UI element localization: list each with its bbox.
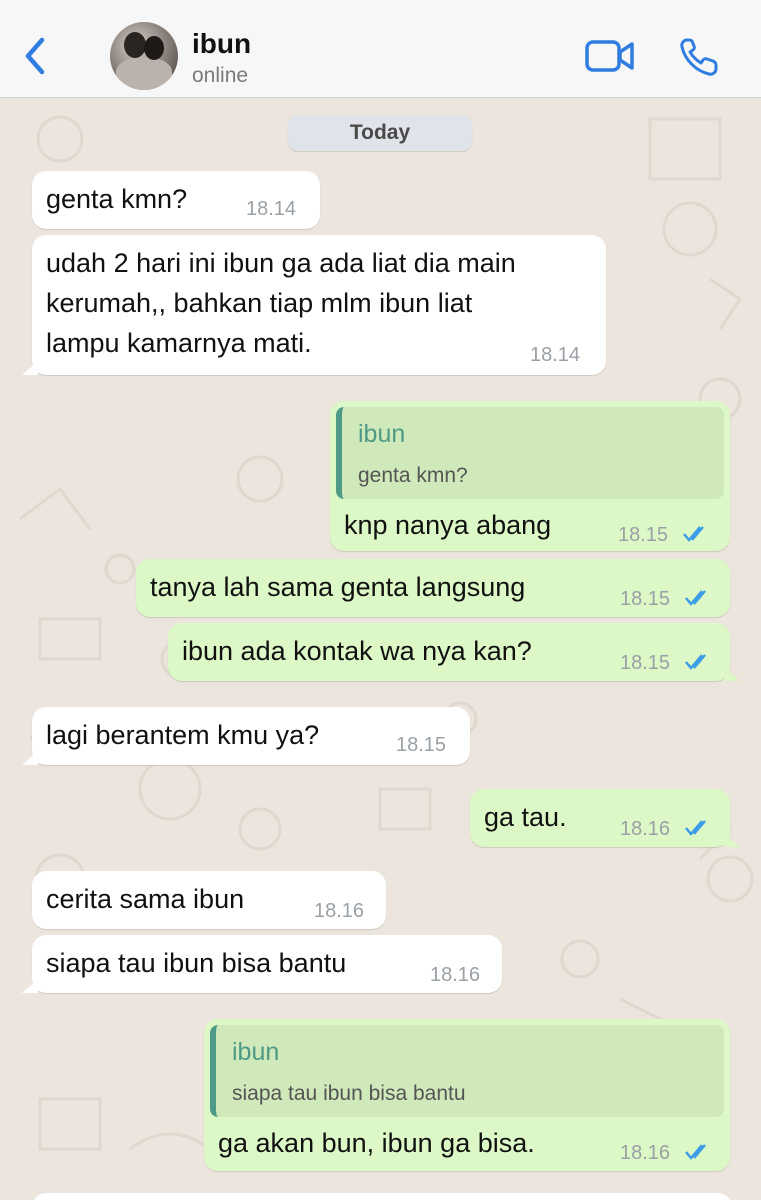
- message-outgoing[interactable]: ga tau. 18.16: [470, 789, 740, 847]
- message-time: 18.16: [620, 818, 671, 840]
- message-time: 18.14: [246, 198, 297, 220]
- message-text: genta kmn?: [46, 184, 188, 214]
- message-text: ga akan bun, ibun ga bisa.: [218, 1128, 535, 1158]
- message-text: ga tau.: [484, 802, 567, 832]
- read-ticks-icon: [685, 820, 706, 836]
- quoted-text: genta kmn?: [358, 464, 468, 487]
- quoted-message[interactable]: ibun siapa tau ibun bisa bantu: [210, 1025, 724, 1117]
- message-time: 18.16: [430, 964, 481, 986]
- message-time: 18.16: [620, 1142, 671, 1164]
- message-outgoing-reply[interactable]: ibun siapa tau ibun bisa bantu ga akan b…: [204, 1019, 730, 1171]
- quoted-text: siapa tau ibun bisa bantu: [232, 1082, 466, 1105]
- message-text: lagi berantem kmu ya?: [46, 720, 320, 750]
- message-text: tanya lah sama genta langsung: [150, 572, 526, 602]
- message-time: 18.15: [620, 652, 671, 674]
- message-outgoing-reply[interactable]: ibun genta kmn? knp nanya abang 18.15: [330, 401, 730, 551]
- message-text: cerita sama ibun: [46, 884, 245, 914]
- read-ticks-icon: [685, 1144, 706, 1160]
- message-time: 18.15: [396, 734, 447, 756]
- message-incoming[interactable]: genta kmn? 18.14: [32, 171, 320, 229]
- message-outgoing[interactable]: ibun ada kontak wa nya kan? 18.15: [168, 623, 740, 681]
- video-call-button[interactable]: [585, 38, 635, 74]
- voice-call-button[interactable]: [678, 36, 720, 78]
- phone-icon: [680, 38, 718, 76]
- message-outgoing[interactable]: tanya lah sama genta langsung 18.15: [136, 559, 730, 617]
- message-text: ibun ada kontak wa nya kan?: [182, 636, 532, 666]
- chat-header: ibun online: [0, 0, 761, 98]
- read-ticks-icon: [685, 654, 706, 670]
- chevron-left-icon: [25, 37, 45, 75]
- message-time: 18.15: [620, 588, 671, 610]
- message-text: udah 2 hari ini ibun ga ada liat dia mai…: [46, 248, 516, 358]
- message-time: 18.16: [314, 900, 365, 922]
- date-separator: Today: [288, 115, 472, 151]
- video-camera-icon: [585, 40, 634, 72]
- message-incoming-partial[interactable]: [32, 1193, 732, 1200]
- message-time: 18.14: [530, 344, 581, 366]
- message-text: siapa tau ibun bisa bantu: [46, 948, 347, 978]
- contact-name[interactable]: ibun: [192, 28, 251, 60]
- quoted-sender: ibun: [232, 1038, 280, 1066]
- quoted-message[interactable]: ibun genta kmn?: [336, 407, 724, 499]
- message-time: 18.15: [618, 524, 669, 546]
- back-button[interactable]: [18, 34, 54, 78]
- message-text: knp nanya abang: [344, 510, 552, 540]
- message-incoming[interactable]: cerita sama ibun 18.16: [32, 871, 386, 929]
- message-incoming[interactable]: siapa tau ibun bisa bantu 18.16: [22, 935, 502, 993]
- read-ticks-icon: [685, 590, 706, 606]
- contact-status: online: [192, 64, 249, 87]
- avatar[interactable]: [110, 22, 178, 90]
- message-incoming[interactable]: lagi berantem kmu ya? 18.15: [22, 707, 470, 765]
- message-incoming[interactable]: udah 2 hari ini ibun ga ada liat dia mai…: [22, 235, 606, 375]
- quoted-sender: ibun: [358, 420, 406, 448]
- chat-area[interactable]: Today genta kmn? 18.14 udah 2 hari ini i…: [0, 99, 761, 1200]
- read-ticks-icon: [683, 526, 704, 542]
